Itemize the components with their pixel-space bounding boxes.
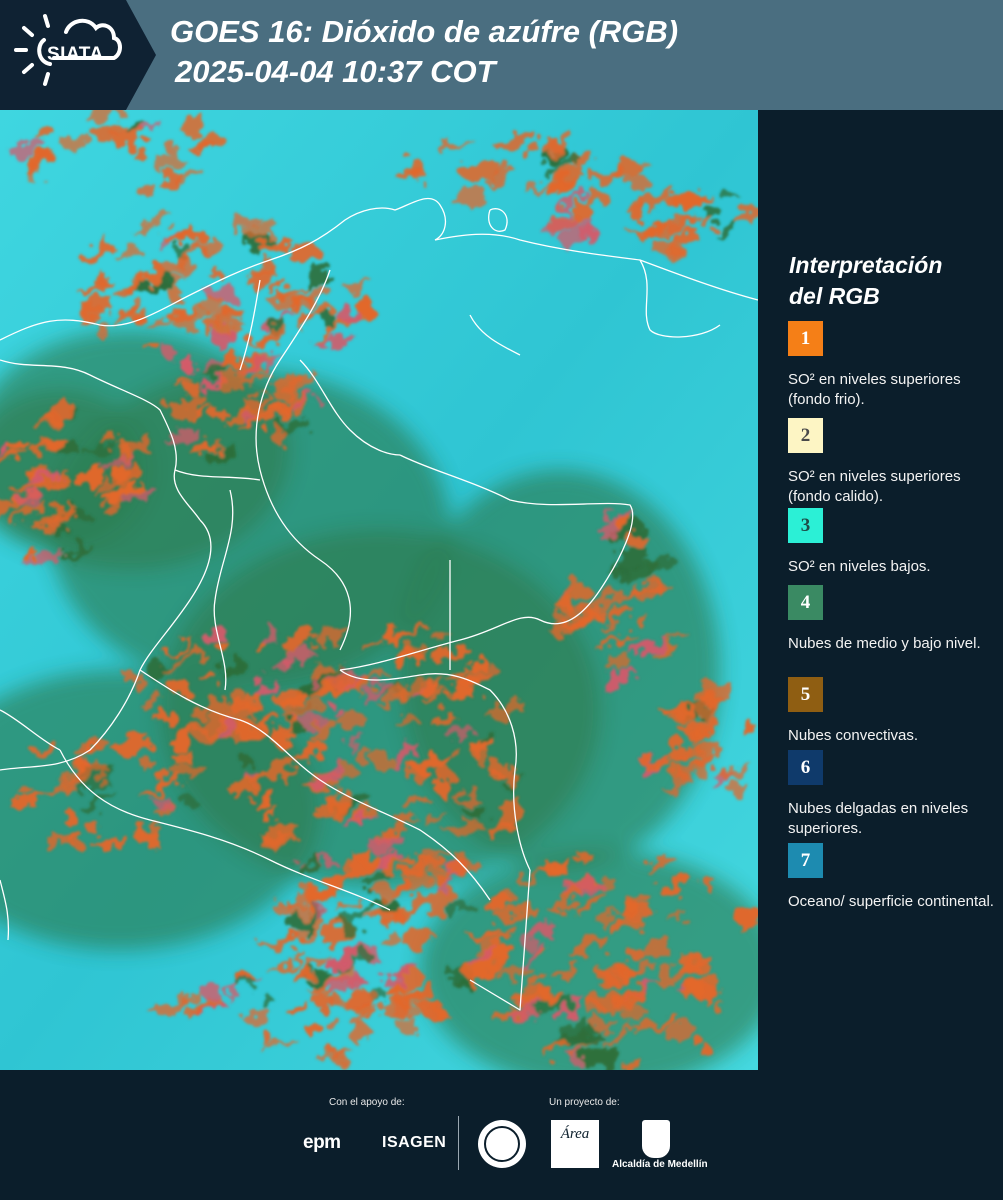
legend-title: Interpretación del RGB	[789, 250, 999, 312]
legend-item-1: 1 SO² en niveles superiores (fondo frio)…	[788, 321, 1000, 410]
legend-title-line2: del RGB	[789, 283, 880, 309]
support-label: Con el apoyo de:	[329, 1097, 405, 1108]
legend-item-3: 3 SO² en niveles bajos.	[788, 508, 1000, 577]
legend-label: Nubes convectivas.	[788, 727, 919, 744]
legend-item-2: 2 SO² en niveles superiores (fondo calid…	[788, 418, 1000, 513]
legend-item-6: 6 Nubes delgadas en niveles superiores.	[788, 750, 1000, 839]
legend-swatch: 6	[788, 750, 823, 785]
timestamp: 2025-04-04 10:37 COT	[175, 54, 496, 89]
legend-item-7: 7 Oceano/ superficie continental.	[788, 843, 1000, 912]
area-logo-text: Área	[560, 1126, 590, 1142]
project-label: Un proyecto de:	[549, 1097, 620, 1108]
legend-panel: Interpretación del RGB 1 SO² en niveles …	[760, 110, 1003, 1070]
satellite-map[interactable]	[0, 110, 760, 1070]
legend-title-line1: Interpretación	[789, 252, 943, 278]
footer: Con el apoyo de: Un proyecto de: epm ISA…	[0, 1070, 1003, 1200]
siata-logo[interactable]: SIATA	[0, 0, 126, 110]
legend-label: Oceano/ superficie continental.	[788, 893, 994, 910]
legend-swatch: 2	[788, 418, 823, 453]
legend-swatch: 5	[788, 677, 823, 712]
legend-label: SO² en niveles superiores (fondo calido)…	[788, 468, 961, 505]
legend-label: SO² en niveles bajos.	[788, 558, 931, 575]
legend-label: Nubes delgadas en niveles superiores.	[788, 800, 969, 837]
area-metropolitana-logo[interactable]: Área	[551, 1120, 599, 1168]
legend-swatch: 1	[788, 321, 823, 356]
legend-swatch: 4	[788, 585, 823, 620]
page-title: GOES 16: Dióxido de azúfre (RGB)	[170, 14, 679, 49]
logo-text: SIATA	[47, 44, 104, 65]
legend-swatch: 3	[788, 508, 823, 543]
legend-label: Nubes de medio y bajo nivel.	[788, 635, 981, 652]
header-bar: SIATA GOES 16: Dióxido de azúfre (RGB) 2…	[0, 0, 1003, 110]
epm-logo[interactable]: epm	[303, 1132, 341, 1154]
map-canvas	[0, 110, 758, 1070]
footer-divider	[458, 1116, 459, 1170]
legend-swatch: 7	[788, 843, 823, 878]
alcaldia-label: Alcaldía de Medellín	[612, 1159, 708, 1170]
legend-item-5: 5 Nubes convectivas.	[788, 677, 1000, 746]
medellin-seal-icon[interactable]	[478, 1120, 526, 1168]
legend-item-4: 4 Nubes de medio y bajo nivel.	[788, 585, 1000, 654]
legend-label: SO² en niveles superiores (fondo frio).	[788, 371, 961, 408]
isagen-logo[interactable]: ISAGEN	[382, 1134, 446, 1152]
alcaldia-shield-icon[interactable]	[642, 1120, 670, 1158]
logo-arrow	[126, 0, 156, 110]
